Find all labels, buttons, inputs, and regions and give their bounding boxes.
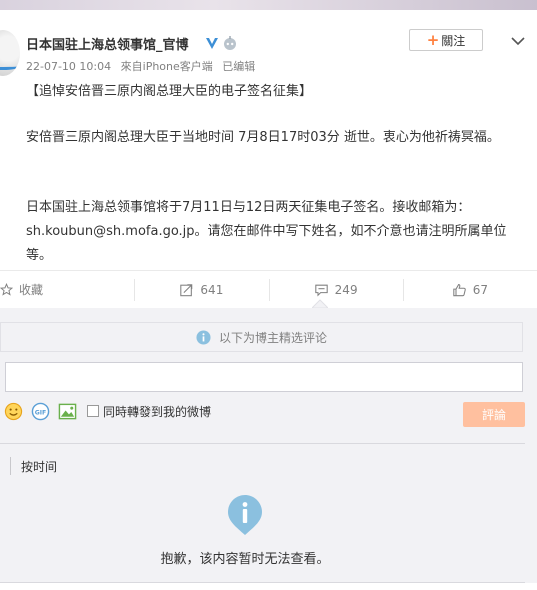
sort-by-time-tab[interactable]: 按时间 [10, 457, 57, 475]
follow-label: 關注 [441, 33, 466, 48]
thumbs-up-icon [453, 283, 466, 296]
submit-comment-button[interactable]: 評論 [463, 402, 525, 427]
plus-icon: + [426, 30, 440, 49]
also-repost-label[interactable]: 同時轉發到我的微博 [103, 403, 211, 420]
like-button[interactable]: 67 [402, 271, 537, 308]
post-title: 【追悼安倍晋三原内阁总理大臣的电子签名征集】 [26, 84, 313, 99]
post-paragraph: 安倍晋三原内阁总理大臣于当地时间 7月8日17时03分 逝世。衷心为他祈祷冥福。 [26, 130, 500, 145]
like-count: 67 [472, 282, 489, 297]
svg-text:GIF: GIF [35, 409, 47, 416]
follow-button[interactable]: + 關注 [409, 29, 483, 51]
chevron-down-icon[interactable] [510, 35, 526, 47]
post-meta: 22-07-10 10:04 來自iPhone客户端 已编辑 [26, 58, 261, 74]
post-source: 來自iPhone客户端 [120, 60, 213, 73]
comment-icon [314, 284, 328, 297]
repost-icon [180, 283, 193, 296]
weibo-post-card: 日本国驻上海总领事馆_官博 22-07-10 10:04 來自iPhone客户端… [0, 10, 537, 270]
post-timestamp[interactable]: 22-07-10 10:04 [26, 60, 111, 73]
favorite-label: 收藏 [19, 283, 44, 297]
notice-text: 以下为博主精选评论 [218, 330, 327, 345]
favorite-button[interactable]: 收藏 [0, 271, 134, 308]
post-action-bar: 收藏 641 249 67 [0, 270, 537, 308]
post-paragraph: 日本国驻上海总领事馆将于7月11日与12日两天征集电子签名。接收邮箱为：sh.k… [26, 200, 507, 263]
info-pin-icon [228, 495, 262, 535]
star-icon [0, 283, 13, 296]
comment-button[interactable]: 249 [268, 271, 403, 308]
avatar[interactable] [0, 30, 20, 76]
top-banner-strip [0, 0, 537, 10]
featured-comments-notice: 以下为博主精选评论 [0, 322, 523, 352]
comment-tools: GIF 同時轉發到我的微博 [4, 401, 211, 421]
info-icon [196, 329, 211, 345]
emoji-icon[interactable] [4, 402, 23, 421]
comment-input[interactable] [5, 362, 523, 392]
bottom-bar [0, 583, 537, 590]
image-icon[interactable] [58, 402, 77, 421]
repost-count: 641 [200, 282, 224, 297]
post-username[interactable]: 日本国驻上海总领事馆_官博 [26, 34, 189, 53]
post-edited-flag[interactable]: 已编辑 [222, 60, 255, 73]
bot-icon [224, 36, 236, 50]
also-repost-checkbox[interactable] [87, 405, 99, 417]
gif-icon[interactable]: GIF [31, 402, 50, 421]
repost-button[interactable]: 641 [134, 271, 268, 308]
empty-message: 抱歉，该内容暂时无法查看。 [160, 552, 330, 567]
divider [0, 443, 525, 444]
comment-count: 249 [334, 282, 358, 297]
verified-badge-icon [206, 38, 218, 49]
comment-panel-caret [312, 299, 328, 308]
